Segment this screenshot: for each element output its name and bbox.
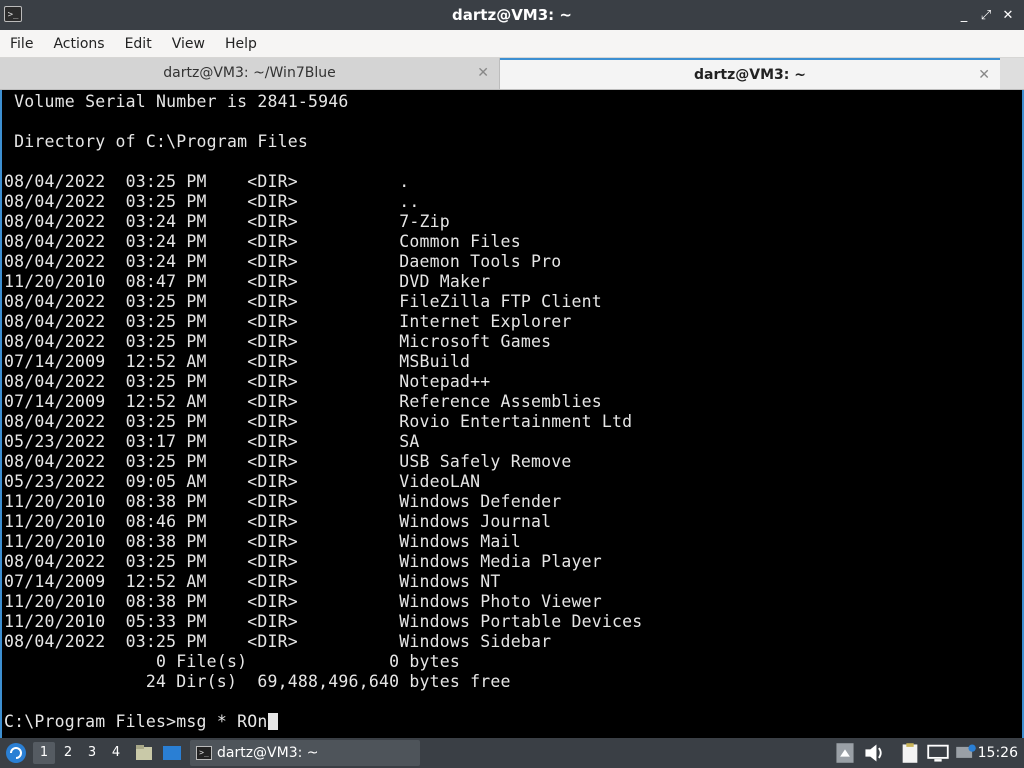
prompt-path: C:\Program Files> — [4, 712, 177, 731]
volume-icon[interactable] — [863, 742, 885, 764]
terminal-line: 11/20/2010 08:38 PM <DIR> Windows Photo … — [4, 592, 602, 611]
terminal-line: 0 File(s) 0 bytes — [4, 652, 461, 671]
terminal-line: 07/14/2009 12:52 AM <DIR> MSBuild — [4, 352, 471, 371]
terminal-line: 08/04/2022 03:25 PM <DIR> FileZilla FTP … — [4, 292, 602, 311]
terminal-line: 08/04/2022 03:24 PM <DIR> Common Files — [4, 232, 521, 251]
network-icon[interactable] — [955, 742, 977, 764]
taskbar-item-label: dartz@VM3: ~ — [217, 745, 319, 761]
terminal-line: 08/04/2022 03:25 PM <DIR> Internet Explo… — [4, 312, 572, 331]
workspace-3[interactable]: 3 — [81, 742, 103, 764]
menu-bar: File Actions Edit View Help — [0, 30, 1024, 58]
terminal-output: Volume Serial Number is 2841-5946 Direct… — [4, 92, 642, 732]
menu-view[interactable]: View — [162, 36, 215, 52]
close-window-button[interactable]: ✕ — [1000, 8, 1016, 23]
terminal-line: 11/20/2010 08:47 PM <DIR> DVD Maker — [4, 272, 491, 291]
menu-actions[interactable]: Actions — [43, 36, 114, 52]
terminal-line: 08/04/2022 03:25 PM <DIR> Notepad++ — [4, 372, 491, 391]
tab-close-icon[interactable]: ✕ — [477, 58, 489, 89]
tab-label: dartz@VM3: ~/Win7Blue — [163, 65, 336, 81]
terminal-line: 24 Dir(s) 69,488,496,640 bytes free — [4, 672, 511, 691]
workspace-2[interactable]: 2 — [57, 742, 79, 764]
tab-bar: dartz@VM3: ~/Win7Blue ✕ dartz@VM3: ~ ✕ — [0, 58, 1024, 90]
menu-help[interactable]: Help — [215, 36, 267, 52]
terminal-line: 08/04/2022 03:25 PM <DIR> USB Safely Rem… — [4, 452, 572, 471]
window-controls: _ ⤢ ✕ — [956, 0, 1016, 30]
terminal-line: 11/20/2010 08:38 PM <DIR> Windows Defend… — [4, 492, 562, 511]
terminal-line: 08/04/2022 03:24 PM <DIR> 7-Zip — [4, 212, 450, 231]
terminal-line: 08/04/2022 03:24 PM <DIR> Daemon Tools P… — [4, 252, 562, 271]
menu-edit[interactable]: Edit — [115, 36, 162, 52]
tab-win7blue[interactable]: dartz@VM3: ~/Win7Blue ✕ — [0, 58, 500, 89]
maximize-button[interactable]: ⤢ — [978, 8, 994, 23]
display-icon[interactable] — [927, 742, 949, 764]
terminal-line: Directory of C:\Program Files — [4, 132, 309, 151]
tab-home[interactable]: dartz@VM3: ~ ✕ — [500, 58, 1000, 89]
app-menu-icon[interactable] — [5, 742, 27, 764]
clipboard-icon[interactable] — [899, 742, 921, 764]
taskbar: 1 2 3 4 >_ dartz@VM3: ~ 15:26 — [0, 738, 1024, 768]
terminal-line: 05/23/2022 09:05 AM <DIR> VideoLAN — [4, 472, 481, 491]
workspace-1[interactable]: 1 — [33, 742, 55, 764]
taskbar-terminal-item[interactable]: >_ dartz@VM3: ~ — [190, 740, 420, 766]
terminal-line: 08/04/2022 03:25 PM <DIR> Rovio Entertai… — [4, 412, 633, 431]
terminal-line: 08/04/2022 03:25 PM <DIR> .. — [4, 192, 420, 211]
minimize-button[interactable]: _ — [956, 8, 972, 23]
terminal-line: 07/14/2009 12:52 AM <DIR> Reference Asse… — [4, 392, 602, 411]
terminal-line: 05/23/2022 03:17 PM <DIR> SA — [4, 432, 420, 451]
terminal-line: 11/20/2010 08:46 PM <DIR> Windows Journa… — [4, 512, 552, 531]
terminal-line: 08/04/2022 03:25 PM <DIR> Windows Media … — [4, 552, 602, 571]
command-input[interactable]: msg * ROn — [176, 712, 267, 731]
workspace-4[interactable]: 4 — [105, 742, 127, 764]
terminal-line: 07/14/2009 12:52 AM <DIR> Windows NT — [4, 572, 501, 591]
storage-icon[interactable] — [834, 742, 856, 764]
terminal-line: 08/04/2022 03:25 PM <DIR> Microsoft Game… — [4, 332, 552, 351]
window-titlebar: >_ dartz@VM3: ~ _ ⤢ ✕ — [0, 0, 1024, 30]
terminal-line: 08/04/2022 03:25 PM <DIR> Windows Sideba… — [4, 632, 552, 651]
show-desktop-icon[interactable] — [162, 743, 182, 763]
terminal-icon: >_ — [196, 746, 212, 760]
terminal-view[interactable]: Volume Serial Number is 2841-5946 Direct… — [0, 90, 1024, 738]
text-cursor — [267, 713, 278, 730]
terminal-line: 11/20/2010 05:33 PM <DIR> Windows Portab… — [4, 612, 643, 631]
terminal-line: 08/04/2022 03:25 PM <DIR> . — [4, 172, 410, 191]
clock[interactable]: 15:26 — [978, 738, 1018, 768]
file-manager-icon[interactable] — [134, 743, 154, 763]
command-prompt-line[interactable]: C:\Program Files>msg * ROn — [4, 712, 642, 732]
tab-close-icon[interactable]: ✕ — [978, 60, 990, 91]
tab-label: dartz@VM3: ~ — [694, 67, 806, 83]
menu-file[interactable]: File — [0, 36, 43, 52]
window-title: dartz@VM3: ~ — [452, 6, 572, 24]
terminal-line: 11/20/2010 08:38 PM <DIR> Windows Mail — [4, 532, 521, 551]
terminal-line: Volume Serial Number is 2841-5946 — [4, 92, 349, 111]
